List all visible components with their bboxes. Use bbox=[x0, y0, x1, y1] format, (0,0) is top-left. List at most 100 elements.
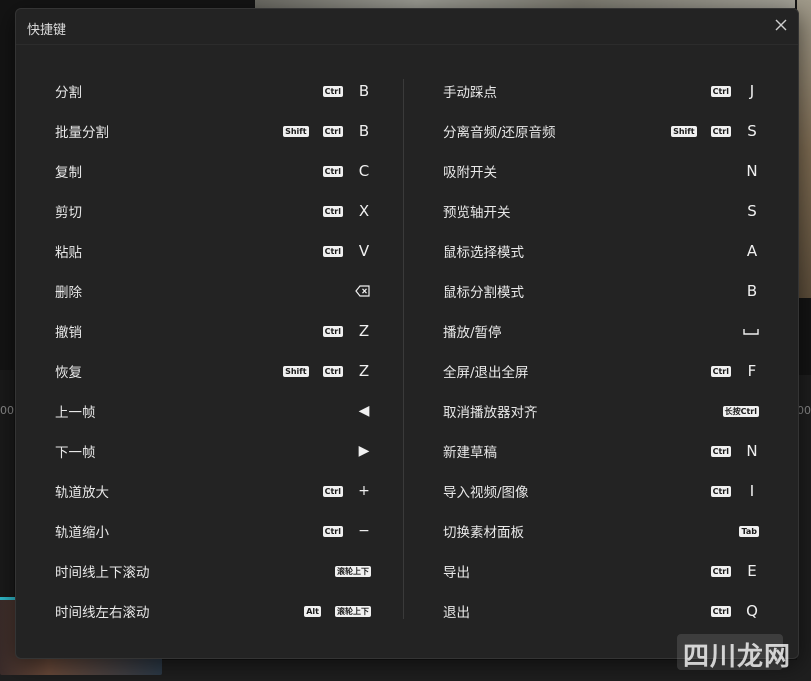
modifier-key-badge: Ctrl bbox=[710, 85, 731, 97]
key-char: Z bbox=[358, 362, 370, 380]
shortcut-keys: Tab bbox=[725, 511, 759, 551]
modifier-key-badge: Ctrl bbox=[710, 365, 731, 377]
modifier-key-badge: Ctrl bbox=[322, 125, 343, 137]
shortcut-row: 删除 bbox=[55, 271, 371, 311]
shortcut-keys: N bbox=[731, 151, 759, 191]
shortcut-label: 手动踩点 bbox=[443, 85, 497, 101]
shortcut-keys: Shift Ctrl S bbox=[657, 111, 759, 151]
shortcut-row: 取消播放器对齐 长按Ctrl bbox=[443, 391, 759, 431]
shortcut-label: 时间线上下滚动 bbox=[55, 565, 150, 581]
shortcut-row: 下一帧 ▶ bbox=[55, 431, 371, 471]
shortcut-label: 全屏/退出全屏 bbox=[443, 365, 529, 381]
shortcut-label: 取消播放器对齐 bbox=[443, 405, 538, 421]
key-char: A bbox=[746, 242, 758, 260]
close-icon[interactable] bbox=[772, 16, 790, 34]
key-char: S bbox=[747, 202, 757, 220]
modifier-key-badge: Ctrl bbox=[710, 125, 731, 137]
shortcut-keys: Ctrl C bbox=[309, 151, 371, 191]
shortcut-keys: Ctrl I bbox=[697, 471, 759, 511]
watermark: 四川龙网 bbox=[683, 642, 792, 672]
modifier-key-badge: Shift bbox=[283, 125, 309, 137]
key-char: ◀ bbox=[358, 403, 370, 419]
modifier-key-badge: Alt bbox=[304, 605, 321, 617]
shortcut-label: 鼠标选择模式 bbox=[443, 245, 524, 261]
shortcut-keys: Ctrl F bbox=[697, 351, 759, 391]
shortcut-row: 退出 Ctrl Q bbox=[443, 591, 759, 631]
shortcut-row: 上一帧 ◀ bbox=[55, 391, 371, 431]
shortcut-label: 播放/暂停 bbox=[443, 325, 502, 341]
modifier-key-badge: Ctrl bbox=[322, 525, 343, 537]
key-char: F bbox=[747, 362, 757, 380]
shortcut-row: 全屏/退出全屏 Ctrl F bbox=[443, 351, 759, 391]
shortcut-keys: S bbox=[731, 191, 759, 231]
space-key-icon bbox=[743, 329, 759, 335]
shortcut-keys: Ctrl Q bbox=[697, 591, 759, 631]
key-char: Z bbox=[358, 322, 370, 340]
shortcut-keys: Ctrl J bbox=[697, 71, 759, 111]
shortcut-keys: Ctrl Z bbox=[309, 311, 371, 351]
modifier-key-badge: Ctrl bbox=[322, 365, 343, 377]
key-char: B bbox=[746, 282, 758, 300]
modifier-key-badge: Ctrl bbox=[322, 245, 343, 257]
shortcut-row: 鼠标分割模式 B bbox=[443, 271, 759, 311]
shortcut-row: 分割 Ctrl B bbox=[55, 71, 371, 111]
background-preview-image bbox=[255, 0, 795, 8]
key-char: N bbox=[746, 442, 758, 460]
background-preview-image-edge bbox=[797, 0, 811, 298]
shortcut-keys: Ctrl X bbox=[309, 191, 371, 231]
key-char: C bbox=[358, 162, 370, 180]
shortcut-label: 新建草稿 bbox=[443, 445, 497, 461]
shortcut-column-left: 分割 Ctrl B 批量分割 Shift Ctrl B 复制 Ctrl C 剪切 Ctrl X 粘贴 Ctr… bbox=[55, 71, 371, 631]
shortcut-row: 切换素材面板 Tab bbox=[443, 511, 759, 551]
shortcut-row: 撤销 Ctrl Z bbox=[55, 311, 371, 351]
shortcut-label: 切换素材面板 bbox=[443, 525, 524, 541]
shortcut-label: 时间线左右滚动 bbox=[55, 605, 150, 621]
modifier-key-badge: Ctrl bbox=[710, 485, 731, 497]
shortcut-keys: 滚轮上下 bbox=[321, 551, 371, 591]
shortcut-label: 撤销 bbox=[55, 325, 82, 341]
key-char: ▶ bbox=[358, 443, 370, 459]
shortcut-label: 导出 bbox=[443, 565, 470, 581]
shortcut-keys: 长按Ctrl bbox=[709, 391, 759, 431]
modifier-key-badge: 长按Ctrl bbox=[722, 405, 759, 417]
key-char: Q bbox=[746, 602, 758, 620]
shortcut-label: 轨道缩小 bbox=[55, 525, 109, 541]
timeline-ruler-label: 00 bbox=[797, 404, 811, 417]
backspace-icon bbox=[355, 285, 370, 297]
shortcut-label: 预览轴开关 bbox=[443, 205, 511, 221]
shortcut-row: 新建草稿 Ctrl N bbox=[443, 431, 759, 471]
modifier-key-badge: Ctrl bbox=[710, 605, 731, 617]
shortcut-row: 轨道缩小 Ctrl − bbox=[55, 511, 371, 551]
shortcut-label: 鼠标分割模式 bbox=[443, 285, 524, 301]
key-char: E bbox=[747, 562, 757, 580]
shortcut-row: 播放/暂停 bbox=[443, 311, 759, 351]
shortcut-row: 粘贴 Ctrl V bbox=[55, 231, 371, 271]
modifier-key-badge: Ctrl bbox=[322, 325, 343, 337]
shortcut-keys: Ctrl E bbox=[697, 551, 759, 591]
column-divider bbox=[403, 79, 404, 619]
shortcut-keys: Ctrl B bbox=[309, 71, 371, 111]
shortcut-label: 粘贴 bbox=[55, 245, 82, 261]
shortcut-keys bbox=[731, 311, 759, 351]
shortcut-row: 剪切 Ctrl X bbox=[55, 191, 371, 231]
modifier-key-badge: Shift bbox=[671, 125, 697, 137]
key-char: S bbox=[747, 122, 757, 140]
key-char: − bbox=[358, 523, 370, 539]
shortcut-row: 恢复 Shift Ctrl Z bbox=[55, 351, 371, 391]
key-char: + bbox=[358, 483, 370, 499]
shortcut-keys: Ctrl + bbox=[309, 471, 371, 511]
shortcut-row: 导入视频/图像 Ctrl I bbox=[443, 471, 759, 511]
shortcut-label: 导入视频/图像 bbox=[443, 485, 529, 501]
shortcut-label: 分离音频/还原音频 bbox=[443, 125, 556, 141]
shortcut-label: 下一帧 bbox=[55, 445, 96, 461]
shortcut-column-right: 手动踩点 Ctrl J 分离音频/还原音频 Shift Ctrl S 吸附开关 N 预览轴开关 S 鼠… bbox=[443, 71, 759, 631]
shortcut-label: 剪切 bbox=[55, 205, 82, 221]
modifier-key-badge: 滚轮上下 bbox=[335, 565, 371, 577]
shortcut-label: 吸附开关 bbox=[443, 165, 497, 181]
shortcut-keys: Alt 滚轮上下 bbox=[290, 591, 371, 631]
modifier-key-badge: Ctrl bbox=[322, 205, 343, 217]
shortcut-keys: Shift Ctrl Z bbox=[269, 351, 371, 391]
shortcut-row: 轨道放大 Ctrl + bbox=[55, 471, 371, 511]
dialog-title: 快捷键 bbox=[27, 23, 67, 38]
background-panel bbox=[797, 375, 811, 681]
